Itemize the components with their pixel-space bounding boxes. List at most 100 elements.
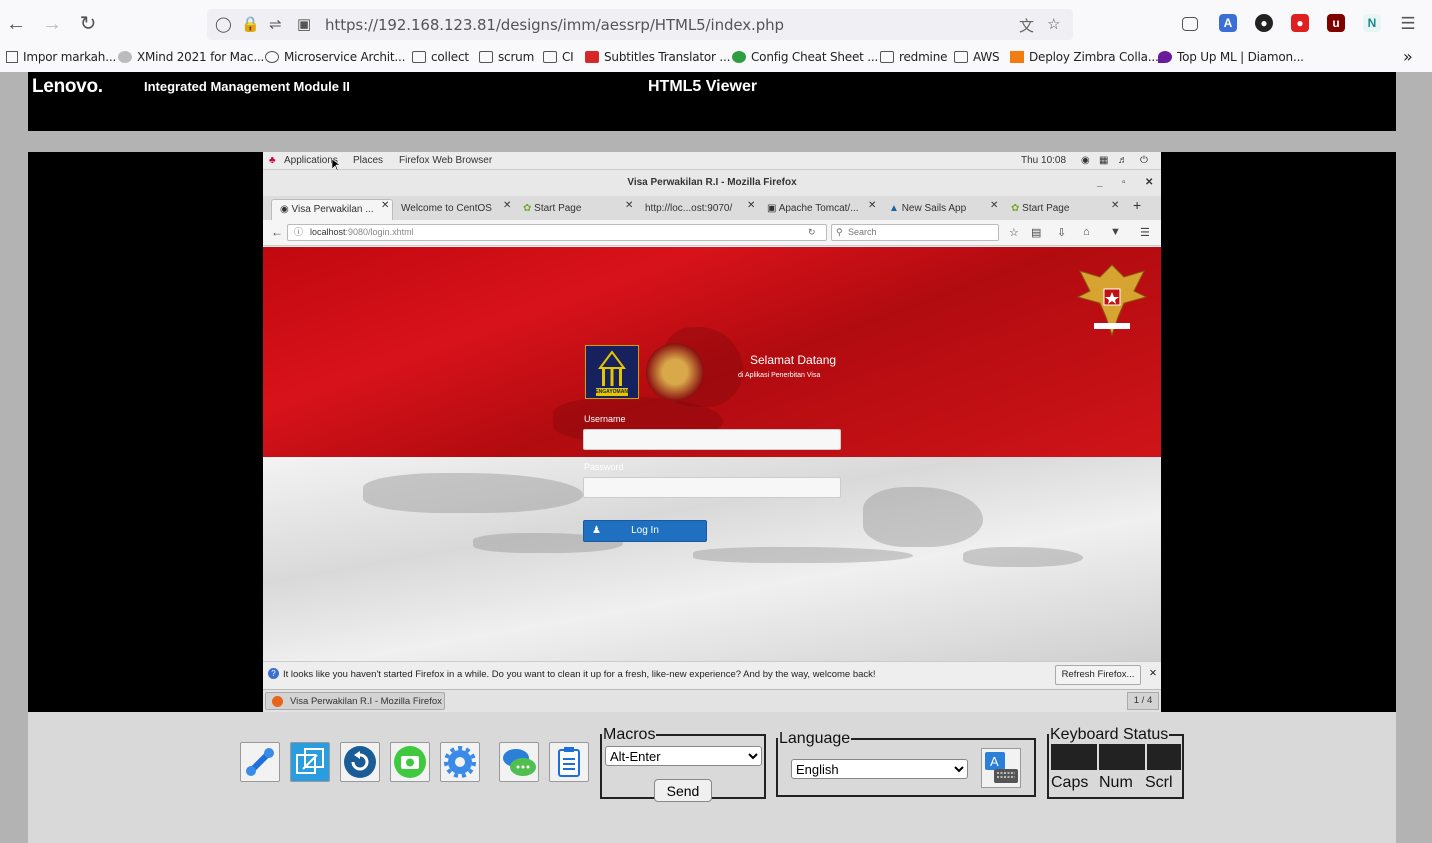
tab-close-icon[interactable]: ✕	[381, 200, 389, 211]
adblock-icon[interactable]: ●	[1291, 14, 1309, 32]
menu-icon[interactable]: ☰	[1396, 12, 1420, 36]
lock-icon[interactable]: 🔒	[241, 15, 260, 33]
network-icon[interactable]: ▦	[1099, 155, 1108, 166]
places-menu[interactable]: Places	[353, 155, 383, 166]
connect-icon[interactable]	[240, 742, 280, 782]
workspace-indicator[interactable]: 1 / 4	[1127, 692, 1159, 710]
bookmark-folder[interactable]: redmine	[880, 50, 947, 64]
viewer-title: HTML5 Viewer	[648, 78, 758, 95]
tab-visa[interactable]: ◉ Visa Perwakilan ...	[271, 199, 393, 220]
tab-close-icon[interactable]: ✕	[990, 200, 998, 211]
bookmark-item[interactable]: Impor markah...	[6, 50, 116, 64]
back-icon[interactable]: ←	[4, 12, 28, 36]
virtual-keyboard-icon[interactable]: A	[981, 748, 1021, 788]
tab-sails[interactable]: ▲ New Sails App	[881, 199, 1001, 220]
ff-menu-icon[interactable]: ☰	[1140, 226, 1150, 239]
ff-library-icon[interactable]: ▤	[1031, 226, 1041, 239]
clock[interactable]: Thu 10:08	[1021, 155, 1066, 166]
search-icon: ⚲	[836, 227, 843, 237]
language-select[interactable]: English	[791, 759, 968, 779]
tab-centos[interactable]: Welcome to CentOS	[393, 199, 513, 220]
image-icon: ▣	[767, 203, 777, 214]
pocket-icon[interactable]	[1182, 17, 1198, 31]
map-shape	[693, 547, 913, 563]
chat-icon[interactable]	[499, 742, 539, 782]
xmind-icon	[118, 51, 132, 63]
sails-icon: ▲	[889, 203, 899, 214]
bookmark-item[interactable]: Config Cheat Sheet ...	[732, 50, 878, 64]
maximize-icon[interactable]: ▫	[1122, 170, 1126, 196]
bookmark-item[interactable]: Top Up ML | Diamon...	[1158, 50, 1304, 64]
firefox-window-title: Visa Perwakilan R.I - Mozilla Firefox _ …	[263, 170, 1161, 196]
bookmark-folder[interactable]: scrum	[479, 50, 534, 64]
minimize-icon[interactable]: _	[1097, 170, 1103, 196]
power-icon[interactable]: ⏻	[1140, 155, 1148, 166]
reader-icon[interactable]: ▣	[297, 15, 311, 33]
translator-icon[interactable]: A	[1219, 14, 1237, 32]
reload-icon[interactable]: ↻	[76, 12, 100, 36]
more-bookmarks-icon[interactable]: »	[1403, 47, 1413, 66]
notification-close-icon[interactable]: ✕	[1149, 668, 1157, 679]
ff-search-field[interactable]: ⚲ Search	[831, 224, 999, 241]
leaf-icon: ✿	[523, 203, 532, 214]
tab-close-icon[interactable]: ✕	[625, 200, 633, 211]
login-button[interactable]: ♟ Log In	[583, 520, 707, 542]
username-input[interactable]	[583, 429, 841, 450]
tab-start-page-2[interactable]: ✿ Start Page	[1003, 199, 1123, 220]
bookmark-star-icon[interactable]: ☆	[1047, 15, 1060, 33]
bookmark-folder[interactable]: collect	[412, 50, 469, 64]
bookmarks-bar: Impor markah... XMind 2021 for Mac... Mi…	[0, 46, 1432, 70]
forward-icon[interactable]: →	[40, 12, 64, 36]
volume-icon[interactable]: ♬	[1118, 155, 1128, 166]
lenovo-logo: Lenovo.	[32, 76, 103, 97]
tab-tomcat[interactable]: ▣ Apache Tomcat/...	[759, 199, 879, 220]
firefox-tabs: ◉ Visa Perwakilan ... ✕ Welcome to CentO…	[263, 196, 1161, 220]
folder-icon	[954, 51, 968, 63]
record-icon[interactable]: ◉	[1081, 155, 1090, 166]
bookmark-item[interactable]: Deploy Zimbra Colla...	[1010, 50, 1159, 64]
ff-pocket-icon[interactable]: ▼	[1110, 226, 1121, 238]
shield-icon[interactable]: ◯	[215, 15, 232, 33]
bookmark-folder[interactable]: AWS	[954, 50, 1000, 64]
n-extension-icon[interactable]: N	[1363, 14, 1381, 32]
remote-screen[interactable]: ♣ Applications Places Firefox Web Browse…	[263, 152, 1161, 712]
applications-menu[interactable]: Applications	[284, 155, 338, 166]
tab-close-icon[interactable]: ✕	[503, 200, 511, 211]
fit-screen-icon[interactable]	[290, 742, 330, 782]
ublock-icon[interactable]: u	[1327, 14, 1345, 32]
screenshot-icon[interactable]	[390, 742, 430, 782]
tab-close-icon[interactable]: ✕	[747, 200, 755, 211]
close-icon[interactable]: ✕	[1145, 170, 1153, 196]
new-tab-icon[interactable]: +	[1133, 197, 1141, 213]
translate-icon[interactable]: 文	[1019, 15, 1034, 36]
tab-close-icon[interactable]: ✕	[868, 200, 876, 211]
address-bar[interactable]: ◯ 🔒 ⇌ ▣ https://192.168.123.81/designs/i…	[207, 9, 1073, 40]
ff-url-field[interactable]: ⓘ localhost:9080/login.xhtml ↻	[287, 224, 827, 241]
language-group: Language English A	[776, 730, 1036, 797]
refresh-firefox-button[interactable]: Refresh Firefox...	[1055, 665, 1141, 685]
firefox-app-menu[interactable]: Firefox Web Browser	[399, 155, 492, 166]
bookmark-item[interactable]: Subtitles Translator ...	[585, 50, 730, 64]
bookmark-item[interactable]: Microservice Archit...	[265, 50, 405, 64]
ff-home-icon[interactable]: ⌂	[1083, 226, 1090, 238]
ff-back-icon[interactable]: ←	[271, 225, 283, 239]
clipboard-icon[interactable]	[549, 742, 589, 782]
ff-bookmark-icon[interactable]: ☆	[1009, 226, 1019, 239]
extension-icon[interactable]: ●	[1255, 14, 1273, 32]
tab-localhost[interactable]: http://loc...ost:9070/	[637, 199, 757, 220]
power-cycle-icon[interactable]	[340, 742, 380, 782]
send-button[interactable]: Send	[654, 779, 712, 802]
ff-download-icon[interactable]: ⇩	[1057, 226, 1066, 239]
keyboard-status-legend: Keyboard Status	[1050, 726, 1169, 743]
settings-gear-icon[interactable]	[440, 742, 480, 782]
password-input[interactable]	[583, 477, 841, 498]
bookmark-item[interactable]: XMind 2021 for Mac...	[118, 50, 264, 64]
bookmark-folder[interactable]: CI	[543, 50, 574, 64]
taskbar-firefox-item[interactable]: Visa Perwakilan R.I - Mozilla Firefox	[265, 692, 445, 710]
tab-close-icon[interactable]: ✕	[1111, 200, 1119, 211]
ff-reload-icon[interactable]: ↻	[808, 225, 816, 240]
tab-start-page[interactable]: ✿ Start Page	[515, 199, 635, 220]
macro-select[interactable]: Alt-Enter	[605, 746, 762, 766]
remote-viewer[interactable]: ♣ Applications Places Firefox Web Browse…	[28, 152, 1396, 712]
permissions-icon[interactable]: ⇌	[269, 15, 282, 33]
